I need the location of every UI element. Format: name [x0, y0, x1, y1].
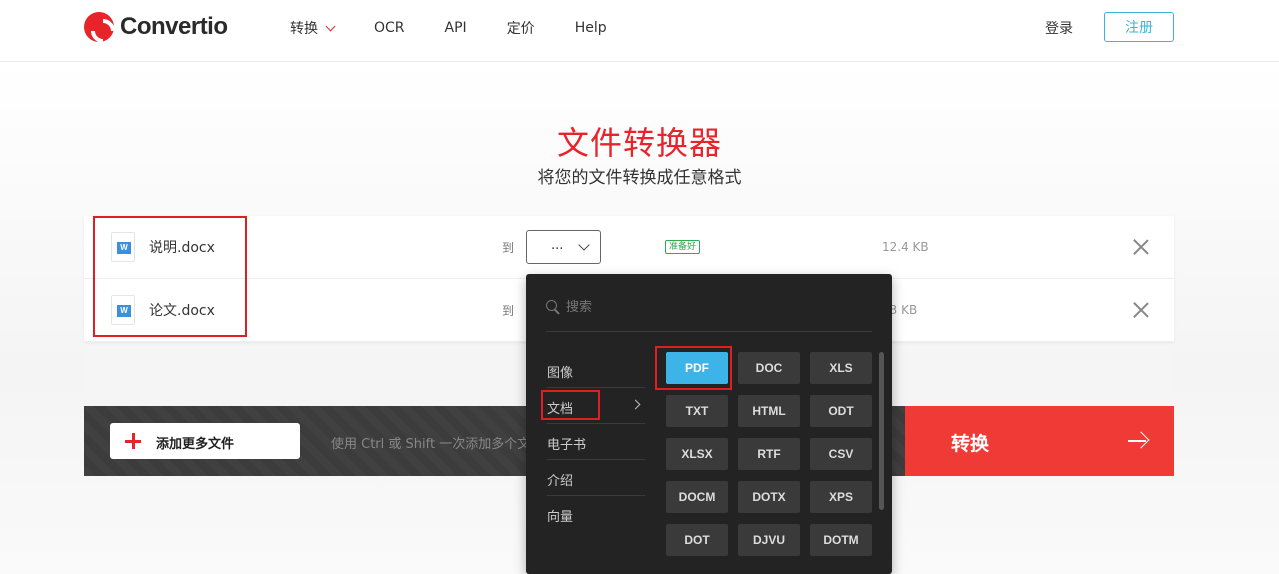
category-ebook[interactable]: 电子书	[547, 424, 645, 460]
divider	[546, 331, 872, 332]
format-html[interactable]: HTML	[738, 395, 800, 427]
format-xlsx[interactable]: XLSX	[666, 438, 728, 470]
category-label: 介绍	[547, 474, 574, 489]
format-dropdown: 图像 文档 电子书 介绍 向量 PDF DOC XLS TXT HTML ODT…	[526, 274, 892, 574]
format-csv[interactable]: CSV	[810, 438, 872, 470]
word-file-icon: W	[111, 232, 135, 262]
category-label: 电子书	[547, 438, 587, 453]
status-badge: 准备好	[665, 240, 701, 254]
search-icon	[546, 300, 560, 314]
category-vector[interactable]: 向量	[547, 496, 645, 532]
to-label: 到	[502, 304, 515, 318]
nav-label: 定价	[506, 21, 535, 37]
add-more-files-label: 添加更多文件	[156, 437, 235, 452]
format-docm[interactable]: DOCM	[666, 481, 728, 513]
nav-item-pricing[interactable]: 定价	[507, 18, 535, 38]
format-doc[interactable]: DOC	[738, 352, 800, 384]
format-rtf[interactable]: RTF	[738, 438, 800, 470]
nav-item-convert[interactable]: 转换	[290, 18, 336, 38]
format-odt[interactable]: ODT	[810, 395, 872, 427]
main-nav: 转换 OCR API 定价 Help	[290, 18, 647, 38]
format-dot[interactable]: DOT	[666, 524, 728, 556]
chevron-down-icon	[325, 21, 336, 31]
convert-label: 转换	[951, 433, 990, 455]
category-presentation[interactable]: 介绍	[547, 460, 645, 496]
logo[interactable]: Convertio	[84, 12, 228, 42]
file-name: 说明.docx	[149, 240, 215, 256]
nav-item-ocr[interactable]: OCR	[374, 20, 405, 36]
format-dotx[interactable]: DOTX	[738, 481, 800, 513]
file-size: 12.4 KB	[882, 240, 929, 254]
category-label: 图像	[547, 366, 574, 381]
category-document[interactable]: 文档	[547, 388, 645, 424]
format-txt[interactable]: TXT	[666, 395, 728, 427]
category-image[interactable]: 图像	[547, 352, 645, 388]
format-dotm[interactable]: DOTM	[810, 524, 872, 556]
chevron-right-icon	[630, 399, 641, 410]
login-link[interactable]: 登录	[1045, 18, 1073, 38]
format-pdf[interactable]: PDF	[666, 352, 728, 384]
plus-icon	[125, 433, 141, 449]
convert-button[interactable]: 转换	[905, 406, 1174, 476]
target-format-select[interactable]: ...	[526, 230, 601, 264]
convertio-logo-icon	[84, 12, 114, 42]
nav-label: 转换	[290, 21, 318, 37]
remove-file-close-icon[interactable]	[1133, 302, 1149, 318]
file-name: 论文.docx	[149, 303, 215, 319]
page-title: 文件转换器	[556, 124, 722, 162]
add-more-files-button[interactable]: 添加更多文件	[110, 423, 300, 459]
logo-text: Convertio	[120, 13, 228, 40]
category-label: 文档	[547, 402, 574, 417]
format-xps[interactable]: XPS	[810, 481, 872, 513]
register-button[interactable]: 注册	[1104, 12, 1174, 42]
nav-label: API	[444, 20, 467, 36]
dropdown-scrollbar[interactable]	[879, 352, 884, 510]
page-subtitle: 将您的文件转换成任意格式	[537, 168, 742, 188]
format-xls[interactable]: XLS	[810, 352, 872, 384]
format-search-input[interactable]	[566, 295, 866, 319]
nav-item-api[interactable]: API	[445, 20, 467, 36]
file-row: W 说明.docx 到 ... 准备好 12.4 KB	[84, 216, 1174, 279]
arrow-right-icon	[1127, 431, 1150, 451]
nav-label: Help	[574, 20, 607, 36]
multi-select-hint: 使用 Ctrl 或 Shift 一次添加多个文件	[331, 437, 544, 452]
format-djvu[interactable]: DJVU	[738, 524, 800, 556]
top-header: Convertio 转换 OCR API 定价 Help 登录 注册	[0, 0, 1279, 62]
nav-label: OCR	[374, 20, 405, 36]
selected-format-value: ...	[551, 238, 564, 253]
to-label: 到	[502, 241, 515, 255]
remove-file-close-icon[interactable]	[1133, 239, 1149, 255]
chevron-down-icon	[578, 239, 590, 251]
category-label: 向量	[547, 510, 574, 525]
word-file-icon: W	[111, 295, 135, 325]
nav-item-help[interactable]: Help	[575, 20, 607, 36]
